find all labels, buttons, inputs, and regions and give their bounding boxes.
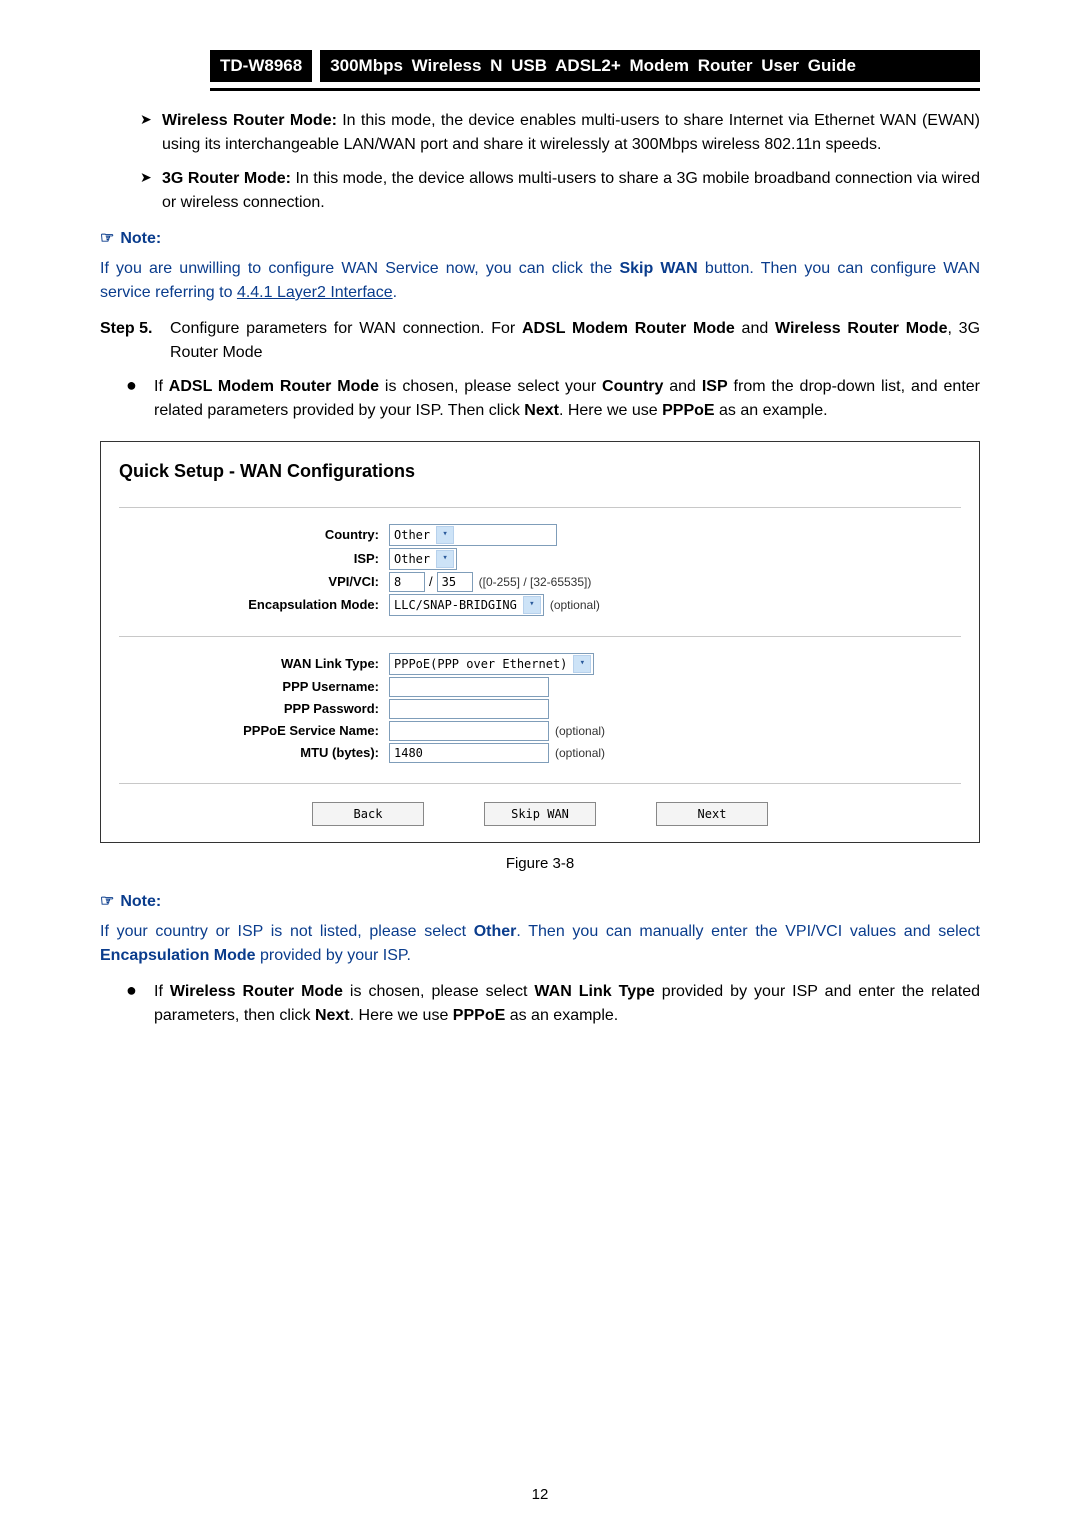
layer2-interface-link[interactable]: 4.4.1 Layer2 Interface [237, 284, 393, 301]
mtu-label: MTU (bytes): [119, 743, 389, 763]
model-number: TD-W8968 [210, 50, 312, 82]
bullet-wireless-router-mode: ➤ Wireless Router Mode: In this mode, th… [140, 109, 980, 157]
note-label-2: ☞ Note: [100, 890, 980, 914]
skip-wan-button[interactable]: Skip WAN [484, 802, 596, 826]
figure-button-row: Back Skip WAN Next [119, 783, 961, 826]
figure-section-top: Country: Other ▾ ISP: Other ▾ [119, 507, 961, 636]
pointing-hand-icon: ☞ [100, 893, 114, 910]
chevron-down-icon: ▾ [436, 550, 454, 568]
encap-label: Encapsulation Mode: [119, 595, 389, 615]
ppp-username-input[interactable] [389, 677, 549, 697]
content-body: ➤ Wireless Router Mode: In this mode, th… [100, 109, 980, 1028]
country-label: Country: [119, 525, 389, 545]
mtu-hint: (optional) [555, 744, 605, 762]
pppoe-service-input[interactable] [389, 721, 549, 741]
isp-select[interactable]: Other ▾ [389, 548, 457, 570]
triangle-bullet-icon: ➤ [140, 167, 162, 215]
mtu-input[interactable]: 1480 [389, 743, 549, 763]
triangle-bullet-icon: ➤ [140, 109, 162, 157]
back-button[interactable]: Back [312, 802, 424, 826]
step-label: Step 5. [100, 317, 170, 365]
note-label-text: Note: [120, 230, 161, 247]
ppp-password-input[interactable] [389, 699, 549, 719]
note-body: If you are unwilling to configure WAN Se… [100, 257, 980, 305]
isp-label: ISP: [119, 549, 389, 569]
pppoe-hint: (optional) [555, 722, 605, 740]
country-select[interactable]: Other ▾ [389, 524, 557, 546]
figure-title: Quick Setup - WAN Configurations [119, 458, 961, 485]
vpivci-hint: ([0-255] / [32-65535]) [479, 573, 592, 591]
step-5: Step 5. Configure parameters for WAN con… [100, 317, 980, 365]
skip-wan-bold: Skip WAN [619, 260, 697, 277]
wanlink-label: WAN Link Type: [119, 654, 389, 674]
figure-section-bottom: WAN Link Type: PPPoE(PPP over Ethernet) … [119, 636, 961, 783]
bullet-label: Wireless Router Mode: [162, 112, 337, 129]
encap-hint: (optional) [550, 596, 600, 614]
bullet-3g-router-mode: ➤ 3G Router Mode: In this mode, the devi… [140, 167, 980, 215]
pointing-hand-icon: ☞ [100, 230, 114, 247]
slash-text: / [429, 572, 433, 592]
bullet-adsl-mode: ● If ADSL Modem Router Mode is chosen, p… [126, 375, 980, 423]
disc-bullet-icon: ● [126, 980, 154, 1028]
pppoesvc-label: PPPoE Service Name: [119, 721, 389, 741]
bullet-label: 3G Router Mode: [162, 170, 291, 187]
doc-title: 300Mbps Wireless N USB ADSL2+ Modem Rout… [320, 50, 980, 82]
disc-bullet-icon: ● [126, 375, 154, 423]
chevron-down-icon: ▾ [523, 596, 541, 614]
page-header: TD-W8968 300Mbps Wireless N USB ADSL2+ M… [210, 50, 980, 91]
note-body-2: If your country or ISP is not listed, pl… [100, 920, 980, 968]
chevron-down-icon: ▾ [573, 655, 591, 673]
chevron-down-icon: ▾ [436, 526, 454, 544]
ppppass-label: PPP Password: [119, 699, 389, 719]
note-label-text: Note: [120, 893, 161, 910]
wanlink-select[interactable]: PPPoE(PPP over Ethernet) ▾ [389, 653, 594, 675]
page-number: 12 [0, 1486, 1080, 1503]
vpi-input[interactable]: 8 [389, 572, 425, 592]
figure-quick-setup: Quick Setup - WAN Configurations Country… [100, 441, 980, 843]
vpivci-label: VPI/VCI: [119, 572, 389, 592]
figure-caption: Figure 3-8 [100, 853, 980, 876]
next-button[interactable]: Next [656, 802, 768, 826]
encap-select[interactable]: LLC/SNAP-BRIDGING ▾ [389, 594, 544, 616]
bullet-wireless-mode: ● If Wireless Router Mode is chosen, ple… [126, 980, 980, 1028]
pppuser-label: PPP Username: [119, 677, 389, 697]
note-label: ☞ Note: [100, 227, 980, 251]
vci-input[interactable]: 35 [437, 572, 473, 592]
